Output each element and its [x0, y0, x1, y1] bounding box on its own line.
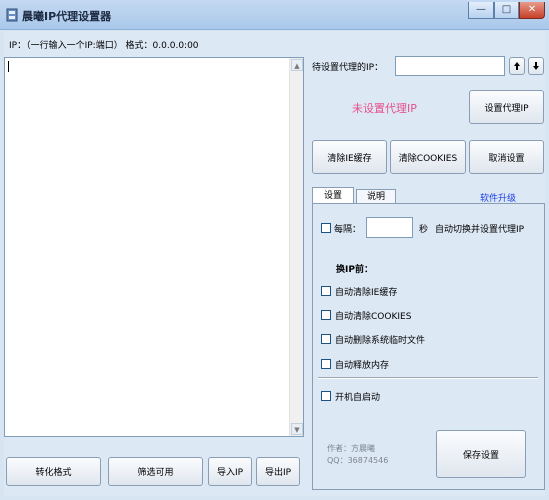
- pending-ip-label: 待设置代理的IP：: [312, 63, 384, 73]
- author-text: 作者：方晨曦: [327, 444, 375, 453]
- qq-text: QQ：36874546: [327, 456, 389, 465]
- interval-label: 每隔：: [334, 225, 362, 235]
- tab-settings[interactable]: 设置: [312, 187, 354, 204]
- seconds-label: 秒: [419, 225, 429, 235]
- down-arrow-icon[interactable]: [528, 57, 544, 75]
- clear-ie-cache-button[interactable]: 清除IE缓存: [312, 140, 387, 174]
- interval-checkbox[interactable]: [321, 223, 331, 233]
- up-arrow-icon[interactable]: [509, 57, 525, 75]
- auto-clear-ie-label: 自动清除IE缓存: [335, 288, 398, 298]
- maximize-button[interactable]: □: [494, 2, 519, 19]
- window-title: 晨曦IP代理设置器: [22, 10, 112, 23]
- convert-format-button[interactable]: 转化格式: [6, 457, 101, 486]
- import-ip-button[interactable]: 导入IP: [208, 457, 252, 486]
- save-settings-button[interactable]: 保存设置: [436, 430, 526, 478]
- scroll-down-icon[interactable]: ▼: [291, 423, 303, 435]
- app-icon: [6, 8, 18, 22]
- auto-switch-label: 自动切换并设置代理IP: [435, 225, 525, 235]
- text-caret: [8, 61, 9, 72]
- auto-release-memory-checkbox[interactable]: [321, 359, 331, 369]
- auto-clear-ie-checkbox[interactable]: [321, 286, 331, 296]
- auto-clear-cookies-label: 自动清除COOKIES: [335, 312, 412, 322]
- title-bar: 晨曦IP代理设置器 — □ ✕: [0, 0, 549, 30]
- cancel-settings-button[interactable]: 取消设置: [469, 140, 544, 174]
- before-switch-heading: 换IP前：: [336, 265, 373, 275]
- ip-format-label: IP：（一行输入一个IP:端口） 格式：0.0.0.0:00: [9, 41, 199, 51]
- ip-list-textarea[interactable]: ▲ ▼: [4, 57, 304, 437]
- minimize-button[interactable]: —: [468, 2, 494, 19]
- tab-description[interactable]: 说明: [356, 189, 396, 204]
- filter-available-button[interactable]: 筛选可用: [108, 457, 203, 486]
- auto-delete-temp-checkbox[interactable]: [321, 334, 331, 344]
- scroll-up-icon[interactable]: ▲: [291, 59, 303, 71]
- startup-checkbox[interactable]: [321, 391, 331, 401]
- interval-input[interactable]: [366, 217, 413, 238]
- divider: [318, 377, 538, 379]
- export-ip-button[interactable]: 导出IP: [256, 457, 300, 486]
- clear-cookies-button[interactable]: 清除COOKIES: [390, 140, 466, 174]
- close-button[interactable]: ✕: [519, 2, 545, 19]
- set-proxy-button[interactable]: 设置代理IP: [469, 90, 544, 124]
- auto-delete-temp-label: 自动删除系统临时文件: [335, 336, 426, 346]
- pending-ip-input[interactable]: [395, 56, 505, 76]
- proxy-status-text: 未设置代理IP: [352, 102, 417, 115]
- startup-label: 开机自启动: [335, 393, 381, 403]
- vertical-scrollbar[interactable]: ▲ ▼: [289, 58, 303, 436]
- auto-release-memory-label: 自动释放内存: [335, 361, 390, 371]
- auto-clear-cookies-checkbox[interactable]: [321, 310, 331, 320]
